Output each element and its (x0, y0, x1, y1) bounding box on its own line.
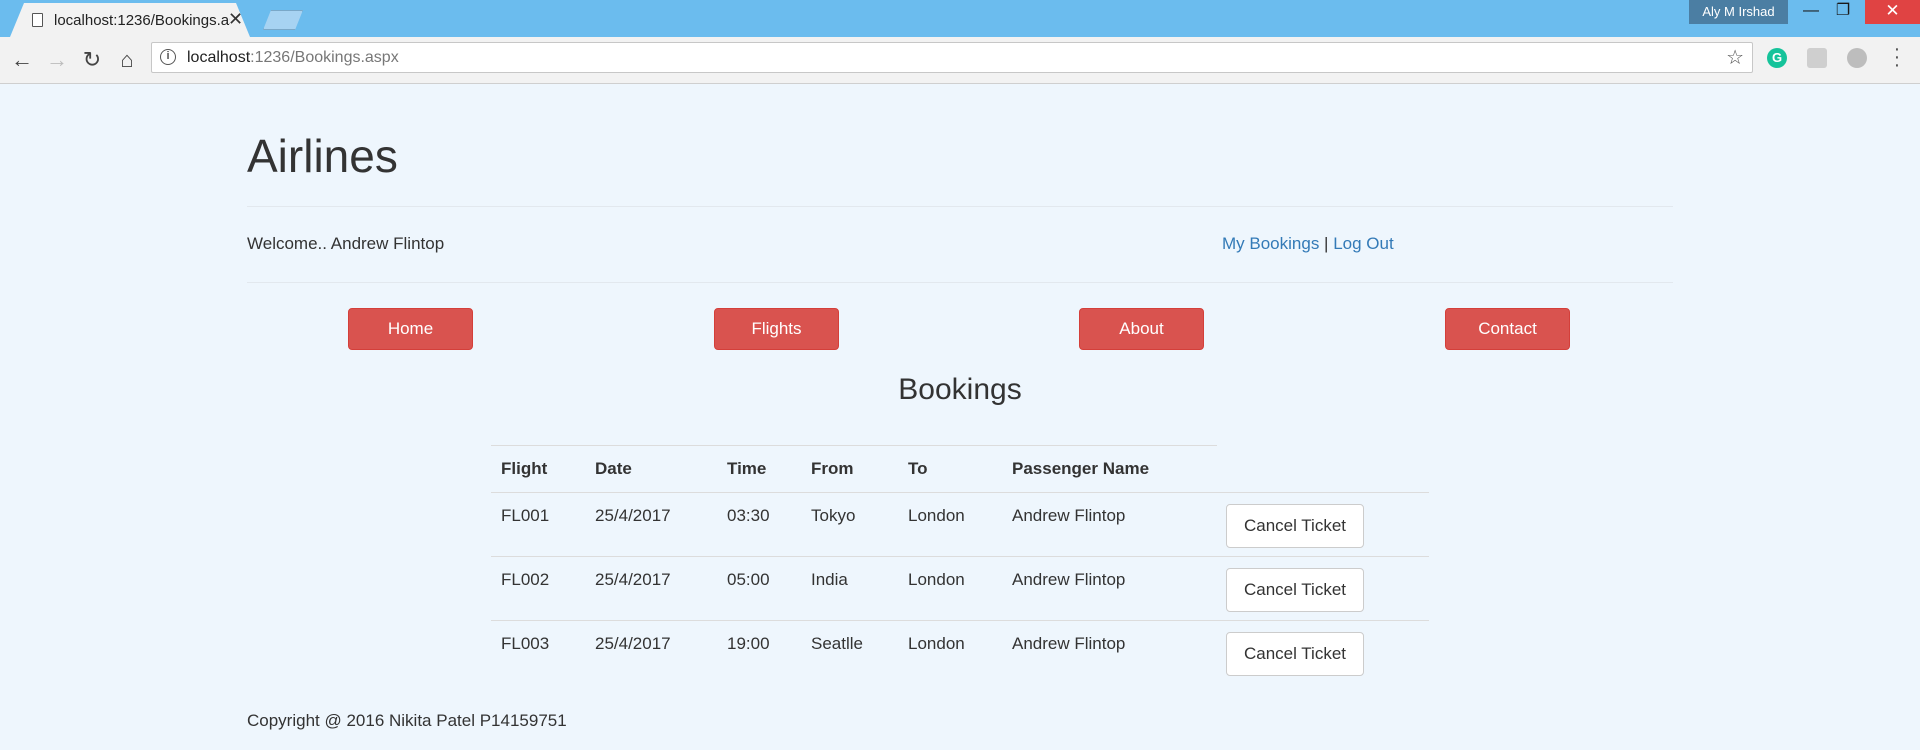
cell-date: 25/4/2017 (595, 506, 671, 525)
url-text[interactable]: localhost:1236/Bookings.aspx (187, 49, 399, 67)
column-header-to: To (908, 459, 928, 478)
row-divider (491, 620, 1429, 621)
row-divider (491, 556, 1429, 557)
cancel-ticket-button[interactable]: Cancel Ticket (1226, 568, 1364, 612)
footer-copyright: Copyright @ 2016 Nikita Patel P14159751 (247, 711, 567, 730)
browser-tab[interactable]: localhost:1236/Bookings.aspx ✕ (10, 3, 250, 37)
page-content: Airlines Welcome.. Andrew Flintop My Boo… (0, 84, 1920, 750)
cell-time: 03:30 (727, 506, 770, 525)
cell-to: London (908, 570, 965, 589)
mail-extension-icon[interactable] (1807, 48, 1827, 68)
flights-button[interactable]: Flights (714, 308, 839, 350)
cell-to: London (908, 506, 965, 525)
browser-toolbar: ← → ↻ ⌂ i localhost:1236/Bookings.aspx ☆… (0, 37, 1920, 84)
maximize-icon[interactable]: ❐ (1827, 0, 1859, 24)
cell-passenger: Andrew Flintop (1012, 634, 1126, 653)
forward-arrow-icon[interactable]: → (44, 47, 70, 73)
column-header-flight: Flight (501, 459, 548, 478)
cell-to: London (908, 634, 965, 653)
cell-from: Tokyo (811, 506, 856, 525)
cell-passenger: Andrew Flintop (1012, 506, 1126, 525)
welcome-message: Welcome.. Andrew Flintop (247, 234, 445, 253)
link-separator: | (1319, 234, 1334, 253)
my-bookings-link[interactable]: My Bookings (1222, 234, 1319, 253)
cell-from: Seatlle (811, 634, 863, 653)
cell-time: 05:00 (727, 570, 770, 589)
cell-passenger: Andrew Flintop (1012, 570, 1126, 589)
cell-date: 25/4/2017 (595, 570, 671, 589)
column-header-date: Date (595, 459, 632, 478)
globe-extension-icon[interactable] (1847, 48, 1867, 68)
profile-badge[interactable]: Aly M Irshad (1689, 0, 1788, 24)
back-arrow-icon[interactable]: ← (9, 47, 35, 73)
bookmark-star-icon[interactable]: ☆ (1726, 45, 1744, 70)
tab-close-icon[interactable]: ✕ (228, 9, 243, 29)
contact-button[interactable]: Contact (1445, 308, 1570, 350)
bookings-heading: Bookings (898, 373, 1022, 406)
home-icon[interactable]: ⌂ (114, 47, 140, 73)
reload-icon[interactable]: ↻ (79, 47, 105, 73)
cell-flight: FL001 (501, 506, 550, 525)
column-header-from: From (811, 459, 854, 478)
logout-link[interactable]: Log Out (1333, 234, 1394, 253)
divider (247, 206, 1673, 207)
table-border (491, 445, 1217, 446)
about-button[interactable]: About (1079, 308, 1204, 350)
user-links: My Bookings | Log Out (1222, 234, 1394, 254)
home-button[interactable]: Home (348, 308, 473, 350)
grammarly-extension-icon[interactable]: G (1767, 48, 1787, 68)
column-header-time: Time (727, 459, 767, 478)
browser-menu-icon[interactable]: · · · (1892, 39, 1902, 75)
new-tab-button[interactable] (263, 10, 303, 30)
cancel-ticket-button[interactable]: Cancel Ticket (1226, 632, 1364, 676)
tab-title: localhost:1236/Bookings.aspx (54, 12, 230, 29)
cell-date: 25/4/2017 (595, 634, 671, 653)
column-header-passenger: Passenger Name (1012, 459, 1150, 478)
page-icon (32, 13, 43, 27)
site-title: Airlines (247, 130, 398, 182)
row-divider (491, 492, 1429, 493)
url-host: localhost (187, 49, 251, 66)
browser-titlebar: localhost:1236/Bookings.aspx ✕ Aly M Irs… (0, 0, 1920, 37)
url-path: :1236/Bookings.aspx (250, 49, 399, 66)
cell-flight: FL003 (501, 634, 550, 653)
address-bar[interactable]: i localhost:1236/Bookings.aspx ☆ (151, 42, 1753, 73)
close-window-icon[interactable]: ✕ (1865, 0, 1920, 24)
cell-from: India (811, 570, 848, 589)
cancel-ticket-button[interactable]: Cancel Ticket (1226, 504, 1364, 548)
cell-time: 19:00 (727, 634, 770, 653)
minimize-icon[interactable]: — (1795, 0, 1827, 24)
info-icon[interactable]: i (160, 49, 176, 65)
divider (247, 282, 1673, 283)
cell-flight: FL002 (501, 570, 550, 589)
